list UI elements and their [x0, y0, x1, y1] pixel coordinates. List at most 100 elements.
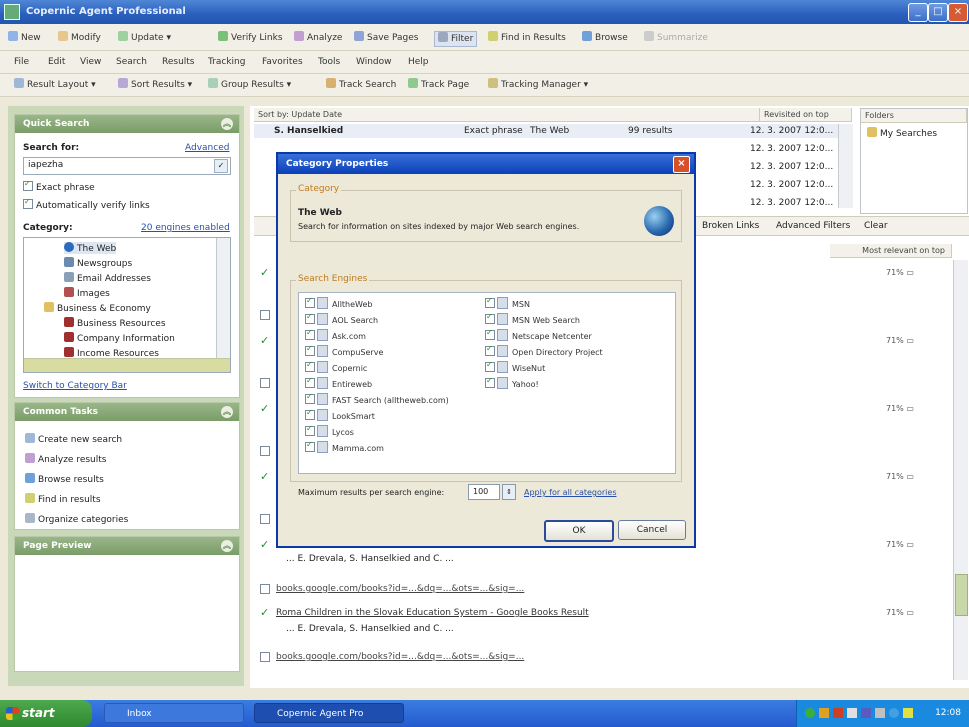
results-scrollbar[interactable] [953, 260, 968, 680]
maximize-button[interactable]: □ [928, 3, 948, 22]
switch-category-bar-link[interactable]: Switch to Category Bar [23, 381, 127, 391]
sort-by-header[interactable]: Sort by: Update Date [254, 108, 760, 122]
quick-search-header[interactable]: Quick Search ︽ [15, 115, 239, 133]
tray-icon[interactable] [903, 708, 913, 718]
summarize-button[interactable]: Summarize [644, 31, 708, 45]
advanced-filters-button[interactable]: Advanced Filters [776, 221, 850, 231]
engine-item[interactable]: Entireweb [305, 376, 372, 389]
tray-icon[interactable] [875, 708, 885, 718]
date-column-header[interactable]: Revisited on top [760, 108, 852, 122]
result-url[interactable]: books.google.com/books?id=...&dq=...&ots… [276, 584, 524, 594]
exact-phrase-checkbox[interactable]: Exact phrase [23, 179, 95, 193]
result-title[interactable]: Roma Children in the Slovak Education Sy… [276, 608, 589, 618]
task-analyze[interactable]: Analyze results [25, 453, 106, 465]
dialog-close-button[interactable]: × [673, 156, 690, 173]
page-preview-header[interactable]: Page Preview ︽ [15, 537, 239, 555]
group-results-button[interactable]: Group Results ▾ [208, 78, 291, 92]
result-checkbox[interactable] [260, 652, 273, 664]
searches-scrollbar[interactable] [838, 124, 853, 208]
engine-item[interactable]: LookSmart [305, 408, 375, 421]
spinner-icon[interactable]: ⇕ [502, 484, 516, 500]
tray-icon[interactable] [833, 708, 843, 718]
max-results-input[interactable]: 100 [468, 484, 500, 500]
task-browse[interactable]: Browse results [25, 473, 104, 485]
category-item-business-resources[interactable]: Business Resources [64, 317, 166, 329]
menu-file[interactable]: File [14, 55, 29, 69]
engine-item[interactable]: AlltheWeb [305, 296, 373, 309]
engine-item[interactable]: MSN Web Search [485, 312, 580, 325]
category-tree[interactable]: The Web Newsgroups Email Addresses Image… [23, 237, 231, 373]
analyze-button[interactable]: Analyze [294, 31, 342, 45]
taskbar-item-copernic[interactable]: Copernic Agent Pro [254, 703, 404, 723]
track-page-button[interactable]: Track Page [408, 78, 469, 92]
engine-item[interactable]: Yahoo! [485, 376, 539, 389]
cancel-button[interactable]: Cancel [618, 520, 686, 540]
scrollbar-thumb[interactable] [955, 574, 968, 616]
engines-list[interactable]: AlltheWeb AOL Search Ask.com CompuServe … [298, 292, 676, 474]
engine-item[interactable]: FAST Search (alltheweb.com) [305, 392, 449, 405]
minimize-button[interactable]: _ [908, 3, 928, 22]
tracking-manager-button[interactable]: Tracking Manager ▾ [488, 78, 588, 92]
menu-help[interactable]: Help [408, 55, 429, 69]
engine-item[interactable]: Lycos [305, 424, 354, 437]
menu-window[interactable]: Window [356, 55, 392, 69]
modify-button[interactable]: Modify [58, 31, 101, 45]
result-checkbox[interactable] [260, 446, 273, 458]
save-pages-button[interactable]: Save Pages [354, 31, 418, 45]
clear-filter-button[interactable]: Clear [864, 221, 888, 231]
result-checkbox[interactable] [260, 584, 273, 596]
go-icon[interactable]: ✓ [214, 159, 228, 173]
engine-item[interactable]: CompuServe [305, 344, 383, 357]
advanced-link[interactable]: Advanced [185, 143, 229, 153]
engine-item[interactable]: AOL Search [305, 312, 378, 325]
verify-links-button[interactable]: Verify Links [218, 31, 283, 45]
engine-item[interactable]: Copernic [305, 360, 367, 373]
engine-item[interactable]: Ask.com [305, 328, 366, 341]
task-organize[interactable]: Organize categories [25, 513, 128, 525]
track-search-button[interactable]: Track Search [326, 78, 396, 92]
menu-search[interactable]: Search [116, 55, 147, 69]
menu-view[interactable]: View [80, 55, 101, 69]
tray-icon[interactable] [819, 708, 829, 718]
taskbar-item-inbox[interactable]: Inbox [104, 703, 244, 723]
folders-header[interactable]: Folders [861, 109, 967, 123]
menu-tracking[interactable]: Tracking [208, 55, 245, 69]
broken-links-filter[interactable]: Broken Links [702, 221, 759, 231]
folder-my-searches[interactable]: My Searches [867, 127, 937, 139]
engine-item[interactable]: MSN [485, 296, 530, 309]
apply-all-link[interactable]: Apply for all categories [524, 488, 617, 497]
menu-tools[interactable]: Tools [318, 55, 340, 69]
category-item-the-web[interactable]: The Web [64, 242, 117, 254]
task-create-search[interactable]: Create new search [25, 433, 122, 445]
result-layout-button[interactable]: Result Layout ▾ [14, 78, 96, 92]
tray-icon[interactable] [861, 708, 871, 718]
result-checkbox[interactable] [260, 514, 273, 526]
common-tasks-header[interactable]: Common Tasks ︽ [15, 403, 239, 421]
category-item-images[interactable]: Images [64, 287, 110, 299]
search-row-selected[interactable]: S. Hanselkied Exact phrase The Web 99 re… [254, 124, 852, 138]
category-item-company-info[interactable]: Company Information [64, 332, 175, 344]
tree-hscrollbar[interactable] [24, 358, 230, 372]
tray-icon[interactable] [805, 708, 815, 718]
close-window-button[interactable]: × [948, 3, 968, 22]
filter-button[interactable]: Filter [434, 31, 478, 47]
relevance-column-header[interactable]: Most relevant on top [830, 244, 952, 258]
engine-item[interactable]: Open Directory Project [485, 344, 603, 357]
new-button[interactable]: New [8, 31, 41, 45]
engine-item[interactable]: Mamma.com [305, 440, 384, 453]
browse-button[interactable]: Browse [582, 31, 628, 45]
result-checkbox[interactable] [260, 378, 273, 390]
menu-favorites[interactable]: Favorites [262, 55, 303, 69]
engines-enabled-link[interactable]: 20 engines enabled [141, 223, 230, 233]
tray-icon[interactable] [847, 708, 857, 718]
tray-icon[interactable] [889, 708, 899, 718]
engine-item[interactable]: Netscape Netcenter [485, 328, 592, 341]
result-checkbox[interactable] [260, 310, 273, 322]
find-in-results-button[interactable]: Find in Results [488, 31, 566, 45]
tree-scrollbar[interactable] [216, 238, 230, 358]
engine-item[interactable]: WiseNut [485, 360, 545, 373]
category-item-business[interactable]: Business & Economy [44, 302, 151, 314]
ok-button[interactable]: OK [544, 520, 614, 542]
result-url[interactable]: books.google.com/books?id=...&dq=...&ots… [276, 652, 524, 662]
category-item-email[interactable]: Email Addresses [64, 272, 151, 284]
